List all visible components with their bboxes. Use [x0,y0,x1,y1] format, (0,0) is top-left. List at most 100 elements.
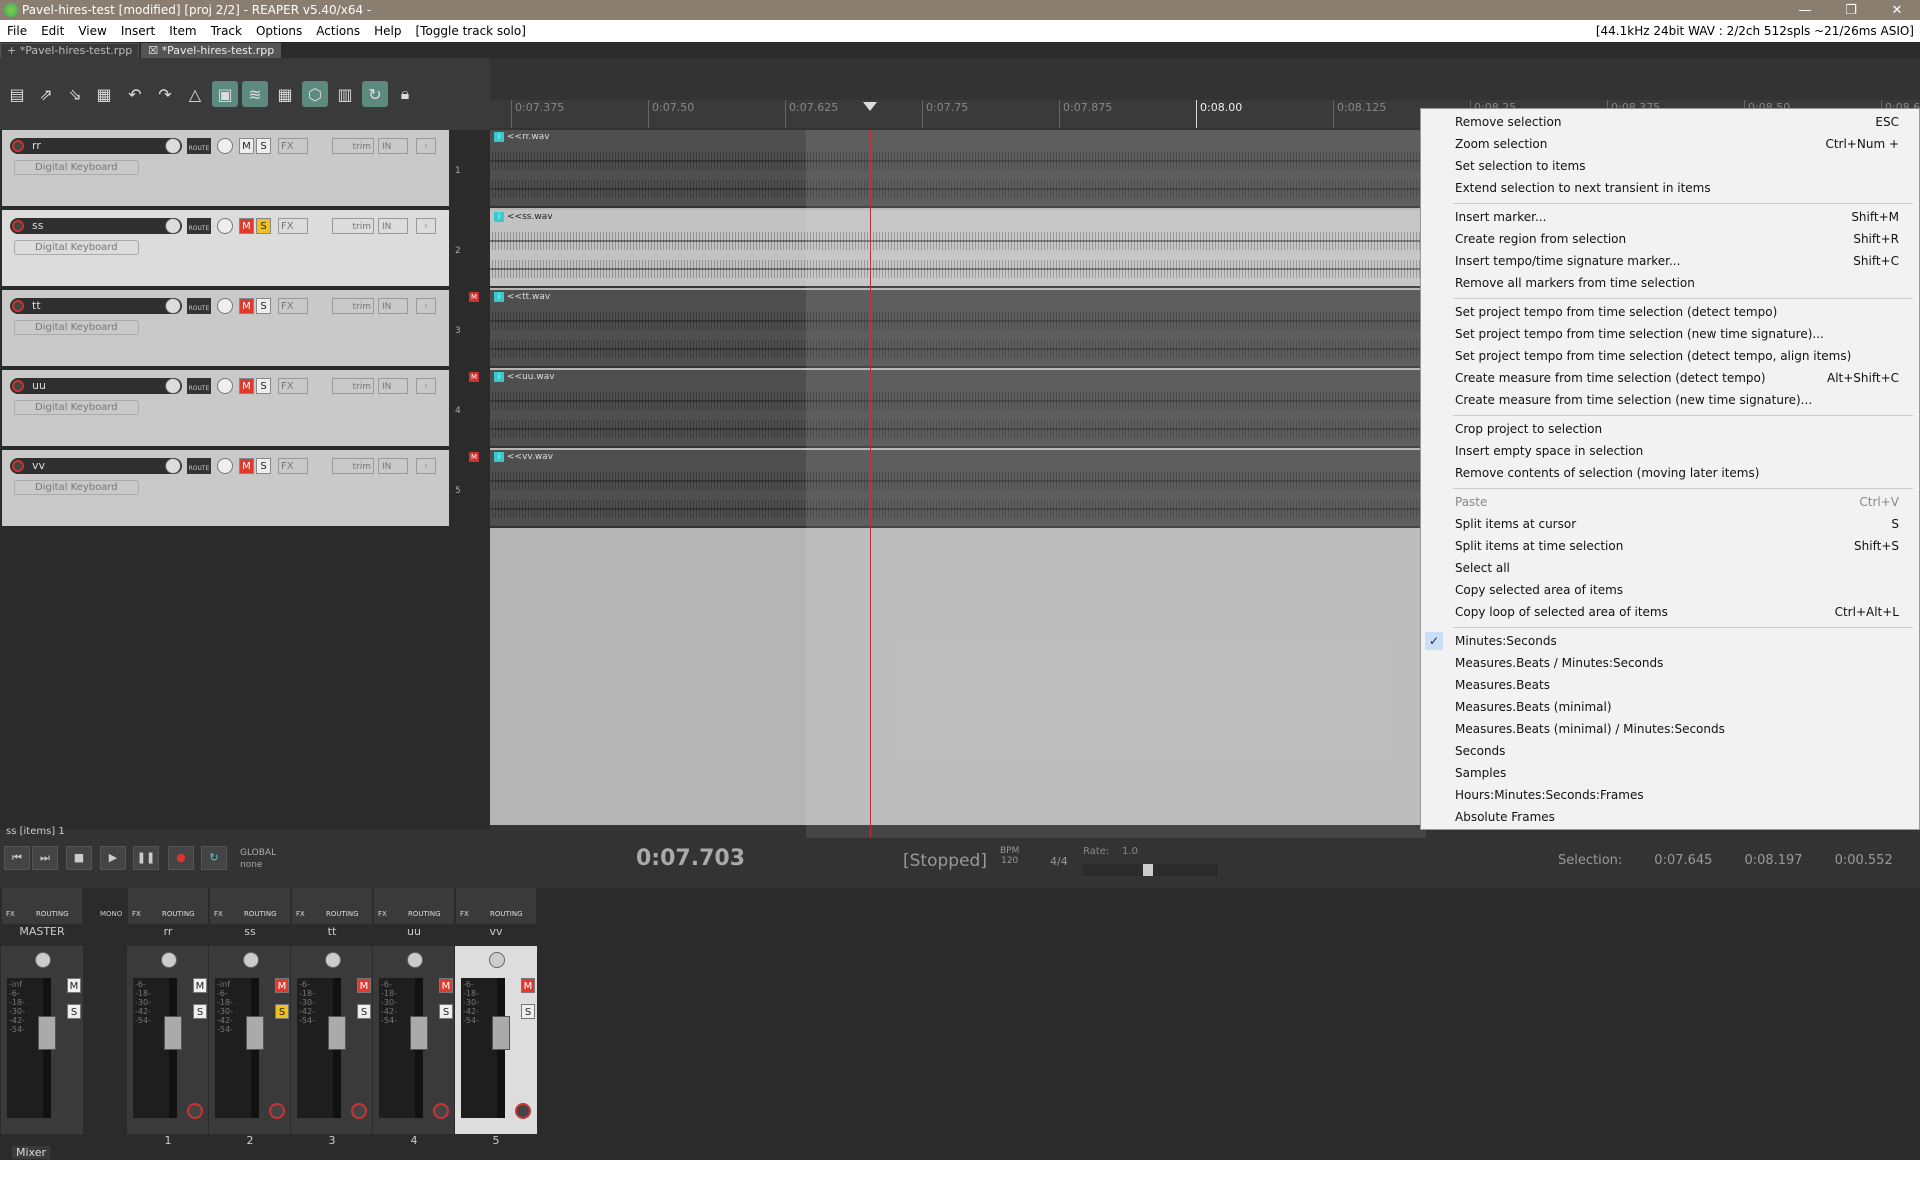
menu-view[interactable]: View [71,24,113,38]
routing-button[interactable]: ROUTING [490,910,523,918]
track-header[interactable]: rr ROUTE M S FX trim IN › Digital Keyboa… [2,130,449,208]
arrow-icon[interactable]: › [416,298,436,314]
volume-knob[interactable] [165,378,181,394]
time-display[interactable]: 0:07.703 [636,846,745,871]
last-action-label[interactable]: [Toggle track solo] [409,24,533,38]
route-button[interactable]: ROUTE [187,218,211,234]
close-button[interactable]: ✕ [1874,3,1920,18]
fx-button[interactable]: FX [378,910,387,918]
track-header[interactable]: vv ROUTE M S FX trim IN › Digital Keyboa… [2,450,449,528]
selection-start[interactable]: 0:07.645 [1654,853,1712,868]
solo-button[interactable]: S [521,1004,535,1019]
time-selection[interactable] [806,130,1426,855]
fx-button[interactable]: FX [132,910,141,918]
route-button[interactable]: ROUTE [187,298,211,314]
track-name[interactable]: ss [10,218,182,234]
context-menu-item[interactable]: Samples [1421,764,1919,782]
track-name[interactable]: rr [10,138,182,154]
time-signature[interactable]: 4/4 [1050,855,1068,868]
pan-knob[interactable] [217,378,233,394]
context-menu-item[interactable]: Measures.Beats / Minutes:Seconds [1421,654,1919,672]
context-menu-item[interactable]: Extend selection to next transient in it… [1421,179,1919,197]
envelope-trim-button[interactable]: trim [332,218,374,234]
snap-icon[interactable]: ▣ [212,81,238,107]
input-button[interactable]: IN [378,218,408,234]
mute-button[interactable]: M [239,458,254,474]
input-button[interactable]: IN [378,138,408,154]
pan-knob[interactable] [217,298,233,314]
solo-button[interactable]: S [256,458,271,474]
solo-button[interactable]: S [439,1004,453,1019]
mute-button[interactable]: M [67,978,81,993]
volume-knob[interactable] [165,218,181,234]
fx-button[interactable]: FX [296,910,305,918]
undo-icon[interactable]: ↶ [122,81,148,107]
context-menu-item[interactable]: Hours:Minutes:Seconds:Frames [1421,786,1919,804]
project-settings-icon[interactable]: ▦ [91,81,117,107]
selection-info[interactable]: Selection: 0:07.645 0:08.197 0:00.552 [1558,853,1893,868]
pan-knob[interactable] [407,952,423,968]
pan-knob[interactable] [161,952,177,968]
global-automation-label[interactable]: GLOBAL [240,848,276,858]
grid-icon[interactable]: ▦ [272,81,298,107]
pause-icon[interactable]: ❚❚ [133,846,159,870]
volume-fader[interactable] [164,1016,182,1050]
context-menu-item[interactable]: Split items at cursor S [1421,515,1919,533]
input-button[interactable]: IN [378,378,408,394]
envelope-lock-icon[interactable]: ▥ [332,81,358,107]
pan-knob[interactable] [35,952,51,968]
solo-button[interactable]: S [193,1004,207,1019]
context-menu-item[interactable]: Select all [1421,559,1919,577]
mute-button[interactable]: M [239,298,254,314]
tempo-display[interactable]: BPM 120 [1000,846,1019,866]
menu-edit[interactable]: Edit [34,24,71,38]
context-menu-item[interactable]: Measures.Beats [1421,676,1919,694]
envelope-trim-button[interactable]: trim [332,138,374,154]
selection-length[interactable]: 0:00.552 [1835,853,1893,868]
record-arm-icon[interactable] [12,140,24,152]
solo-button[interactable]: S [256,218,271,234]
context-menu-item[interactable]: Seconds [1421,742,1919,760]
record-arm-icon[interactable] [12,300,24,312]
instrument-label[interactable]: Digital Keyboard [14,320,139,335]
fx-button[interactable]: FX [278,378,308,394]
pan-knob[interactable] [217,218,233,234]
track-header[interactable]: tt ROUTE M S FX trim IN › Digital Keyboa… [2,290,449,368]
redo-icon[interactable]: ↷ [152,81,178,107]
context-menu-item[interactable]: Create measure from time selection (new … [1421,391,1919,409]
playrate[interactable]: Rate: 1.0 [1083,846,1138,857]
global-automation-value[interactable]: none [240,860,262,870]
pan-knob[interactable] [325,952,341,968]
track-name[interactable]: tt [10,298,182,314]
fx-button[interactable]: FX [278,138,308,154]
menu-file[interactable]: File [0,24,34,38]
routing-button[interactable]: ROUTING [244,910,277,918]
play-icon[interactable]: ▶ [100,846,126,870]
volume-fader[interactable] [492,1016,510,1050]
pan-knob[interactable] [489,952,505,968]
context-menu-item[interactable]: Copy loop of selected area of items Ctrl+… [1421,603,1919,621]
mono-button[interactable]: MONO [100,910,122,918]
instrument-label[interactable]: Digital Keyboard [14,240,139,255]
context-menu-item[interactable]: Measures.Beats (minimal) [1421,698,1919,716]
new-project-icon[interactable]: ▤ [4,81,30,107]
mute-button[interactable]: M [239,138,254,154]
project-tab-2[interactable]: ☒ *Pavel-hires-test.rpp [141,43,282,58]
track-name[interactable]: vv [10,458,182,474]
context-menu-item[interactable]: Insert tempo/time signature marker... Shi… [1421,252,1919,270]
context-menu-item[interactable]: Remove all markers from time selection [1421,274,1919,292]
record-arm-icon[interactable] [269,1103,285,1119]
audio-status[interactable]: [44.1kHz 24bit WAV : 2/2ch 512spls ~21/2… [1596,24,1920,38]
play-cursor-marker-icon[interactable] [863,102,877,111]
mixer-tab[interactable]: Mixer [12,1146,51,1159]
context-menu-item[interactable]: Insert marker... Shift+M [1421,208,1919,226]
menu-item[interactable]: Item [162,24,203,38]
track-name[interactable]: uu [10,378,182,394]
routing-button[interactable]: ROUTING [408,910,441,918]
solo-button[interactable]: S [275,1004,289,1019]
envelope-trim-button[interactable]: trim [332,298,374,314]
instrument-label[interactable]: Digital Keyboard [14,160,139,175]
arrow-icon[interactable]: › [416,378,436,394]
routing-button[interactable]: ROUTING [36,910,69,918]
selection-end[interactable]: 0:08.197 [1744,853,1802,868]
